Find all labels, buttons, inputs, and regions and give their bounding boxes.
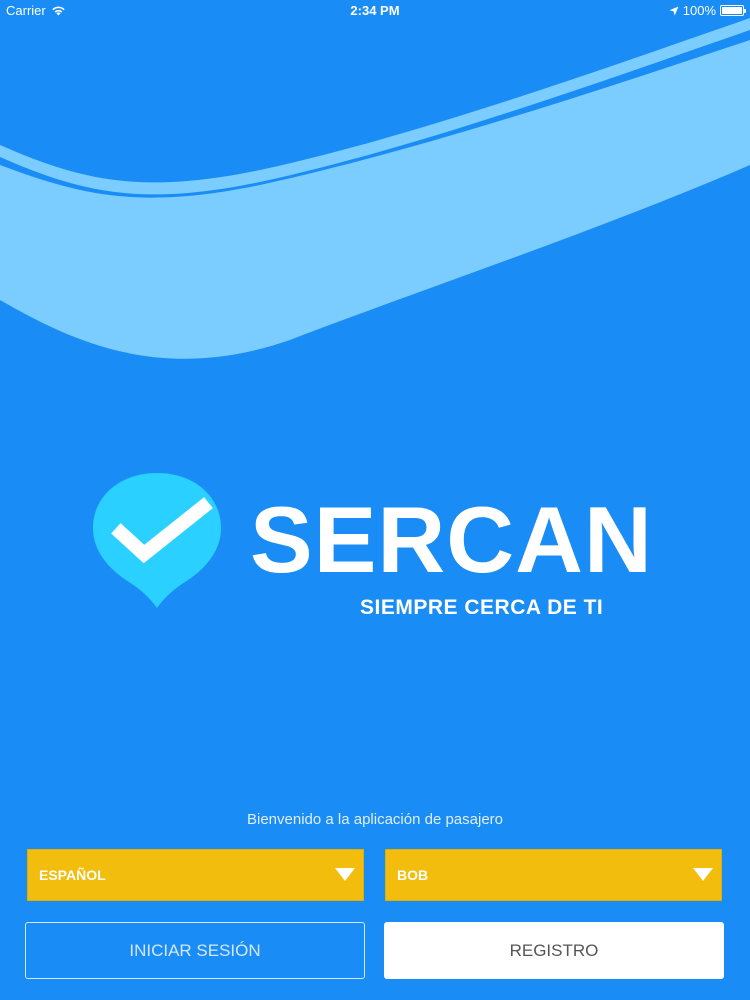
brand-logo: SERCAN SIEMPRE CERCA DE TI bbox=[90, 470, 660, 630]
battery-icon bbox=[720, 5, 746, 16]
currency-select[interactable]: BOB bbox=[385, 849, 722, 901]
language-select-value: ESPAÑOL bbox=[39, 867, 106, 883]
language-select[interactable]: ESPAÑOL bbox=[27, 849, 364, 901]
welcome-text: Bienvenido a la aplicación de pasajero bbox=[246, 811, 503, 828]
brand-tagline: SIEMPRE CERCA DE TI bbox=[360, 596, 604, 619]
battery-percent: 100% bbox=[682, 3, 716, 18]
header-swoosh-graphic bbox=[0, 18, 750, 359]
login-button[interactable]: INICIAR SESIÓN bbox=[25, 922, 365, 979]
check-pin-icon bbox=[93, 473, 221, 608]
chevron-down-icon bbox=[335, 868, 355, 881]
brand-name: SERCAN bbox=[250, 487, 653, 592]
chevron-down-icon bbox=[693, 868, 713, 881]
register-button[interactable]: REGISTRO bbox=[384, 922, 724, 979]
currency-select-value: BOB bbox=[397, 867, 429, 883]
status-time: 2:34 PM bbox=[350, 3, 400, 18]
login-screen: Carrier 2:34 PM 100% SERCAN SIEMPRE CERC… bbox=[0, 0, 750, 1000]
swoosh-band bbox=[0, 40, 750, 359]
status-bar: Carrier 2:34 PM 100% bbox=[0, 0, 750, 22]
status-right: 100% bbox=[669, 3, 746, 18]
location-arrow-icon bbox=[669, 6, 679, 15]
battery-fill bbox=[722, 7, 742, 14]
